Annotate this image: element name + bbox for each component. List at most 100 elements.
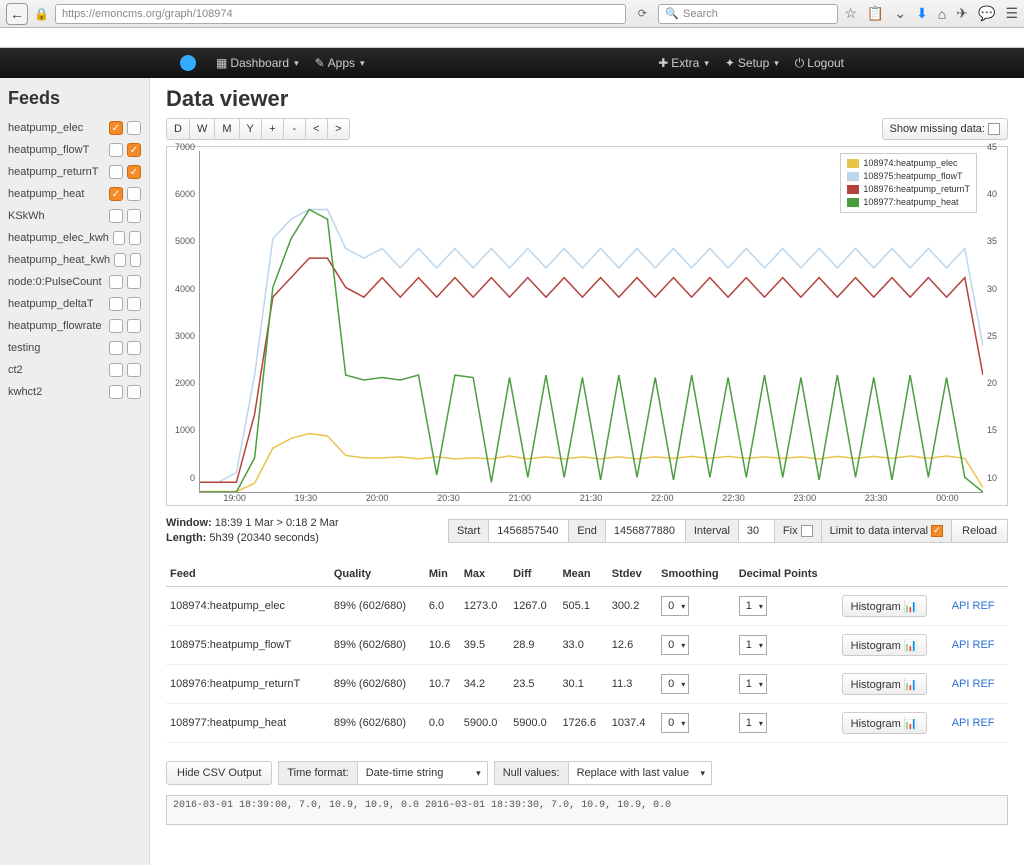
smoothing-select[interactable]: 0	[661, 635, 689, 655]
pocket-icon[interactable]: ⌄	[894, 5, 906, 22]
nav-extra[interactable]: ✚Extra	[658, 56, 709, 70]
api-ref-link[interactable]: API REF	[952, 717, 995, 729]
nav-apps[interactable]: ✎Apps	[315, 56, 365, 70]
feed-left-checkbox[interactable]	[109, 385, 123, 399]
feeds-sidebar: Feeds heatpump_elec heatpump_flowT heatp…	[0, 78, 150, 865]
browser-search[interactable]: 🔍 Search	[658, 4, 838, 24]
feed-row[interactable]: node:0:PulseCount	[8, 271, 141, 293]
feed-row[interactable]: KSkWh	[8, 205, 141, 227]
reload-button[interactable]: Reload	[952, 519, 1008, 543]
col-header: Mean	[558, 562, 607, 587]
feed-row[interactable]: testing	[8, 337, 141, 359]
nav-logout[interactable]: ⏻Logout	[795, 56, 844, 71]
smoothing-select[interactable]: 0	[661, 674, 689, 694]
smoothing-select[interactable]: 0	[661, 596, 689, 616]
nav-dashboard[interactable]: ▦Dashboard	[216, 56, 299, 70]
feed-row[interactable]: heatpump_heat	[8, 183, 141, 205]
api-ref-link[interactable]: API REF	[952, 678, 995, 690]
library-icon[interactable]: 📋	[867, 5, 884, 22]
start-input[interactable]: 1456857540	[489, 519, 569, 543]
range-M-button[interactable]: M	[215, 118, 239, 140]
feed-right-checkbox[interactable]	[127, 209, 141, 223]
range-<-button[interactable]: <	[306, 118, 328, 140]
feed-row[interactable]: heatpump_heat_kwh	[8, 249, 141, 271]
url-bar[interactable]: https://emoncms.org/graph/108974	[55, 4, 626, 24]
feed-left-checkbox[interactable]	[109, 363, 123, 377]
browser-toolbar-icons: ☆ 📋 ⌄ ⬇ ⌂ ✈ 💬 ☰	[844, 5, 1018, 22]
feed-row[interactable]: heatpump_elec_kwh	[8, 227, 141, 249]
brand-logo[interactable]	[180, 55, 196, 71]
api-ref-link[interactable]: API REF	[952, 639, 995, 651]
interval-label: Interval	[686, 519, 739, 543]
feed-right-checkbox[interactable]	[127, 297, 141, 311]
smoothing-select[interactable]: 0	[661, 713, 689, 733]
feed-row[interactable]: heatpump_flowrate	[8, 315, 141, 337]
reload-icon[interactable]: ⟳	[632, 7, 652, 20]
feed-left-checkbox[interactable]	[109, 143, 123, 157]
feed-left-checkbox[interactable]	[109, 341, 123, 355]
feed-row[interactable]: heatpump_returnT	[8, 161, 141, 183]
home-icon[interactable]: ⌂	[938, 6, 946, 22]
feed-right-checkbox[interactable]	[127, 143, 141, 157]
dp-select[interactable]: 1	[739, 635, 767, 655]
feed-row[interactable]: heatpump_deltaT	[8, 293, 141, 315]
feed-left-checkbox[interactable]	[109, 297, 123, 311]
histogram-button[interactable]: Histogram 📊	[842, 634, 927, 656]
dp-select[interactable]: 1	[739, 713, 767, 733]
feed-right-checkbox[interactable]	[127, 319, 141, 333]
feed-left-checkbox[interactable]	[109, 209, 123, 223]
feed-row[interactable]: kwhct2	[8, 381, 141, 403]
download-icon[interactable]: ⬇	[916, 5, 928, 22]
star-icon[interactable]: ☆	[844, 5, 857, 22]
chat-icon[interactable]: 💬	[978, 5, 995, 22]
feed-right-checkbox[interactable]	[127, 187, 141, 201]
end-input[interactable]: 1456877880	[606, 519, 686, 543]
range-D-button[interactable]: D	[166, 118, 190, 140]
time-format-select[interactable]: Date-time string	[358, 761, 488, 785]
histogram-button[interactable]: Histogram 📊	[842, 712, 927, 734]
range-W-button[interactable]: W	[190, 118, 215, 140]
dp-select[interactable]: 1	[739, 596, 767, 616]
api-ref-link[interactable]: API REF	[952, 600, 995, 612]
feed-left-checkbox[interactable]	[109, 319, 123, 333]
nav-setup[interactable]: ✦Setup	[725, 56, 779, 70]
show-missing-checkbox[interactable]	[988, 123, 1000, 135]
limit-checkbox[interactable]	[931, 525, 943, 537]
menu-icon[interactable]: ☰	[1005, 5, 1018, 22]
feed-right-checkbox[interactable]	[127, 341, 141, 355]
range---button[interactable]: -	[284, 118, 306, 140]
feed-name: kwhct2	[8, 386, 105, 398]
send-icon[interactable]: ✈	[956, 5, 968, 22]
feed-right-checkbox[interactable]	[127, 121, 141, 135]
feed-right-checkbox[interactable]	[127, 165, 141, 179]
feed-left-checkbox[interactable]	[109, 187, 123, 201]
feed-left-checkbox[interactable]	[109, 121, 123, 135]
feed-right-checkbox[interactable]	[127, 363, 141, 377]
histogram-button[interactable]: Histogram 📊	[842, 595, 927, 617]
dp-select[interactable]: 1	[739, 674, 767, 694]
feed-left-checkbox[interactable]	[114, 253, 125, 267]
histogram-button[interactable]: Histogram 📊	[842, 673, 927, 695]
feed-left-checkbox[interactable]	[109, 275, 123, 289]
feed-left-checkbox[interactable]	[113, 231, 125, 245]
chart[interactable]: 01000200030004000500060007000 1015202530…	[166, 146, 1008, 506]
interval-input[interactable]: 30	[739, 519, 775, 543]
range-+-button[interactable]: +	[262, 118, 284, 140]
feed-right-checkbox[interactable]	[130, 253, 141, 267]
feed-row[interactable]: ct2	[8, 359, 141, 381]
hide-csv-button[interactable]: Hide CSV Output	[166, 761, 272, 785]
feed-right-checkbox[interactable]	[129, 231, 141, 245]
feed-row[interactable]: heatpump_elec	[8, 117, 141, 139]
feed-right-checkbox[interactable]	[127, 385, 141, 399]
range->-button[interactable]: >	[328, 118, 350, 140]
feed-row[interactable]: heatpump_flowT	[8, 139, 141, 161]
feed-right-checkbox[interactable]	[127, 275, 141, 289]
null-values-select[interactable]: Replace with last value	[569, 761, 713, 785]
feed-name: heatpump_heat	[8, 188, 105, 200]
csv-output[interactable]: 2016-03-01 18:39:00, 7.0, 10.9, 10.9, 0.…	[166, 795, 1008, 825]
feed-left-checkbox[interactable]	[109, 165, 123, 179]
fix-checkbox[interactable]	[801, 525, 813, 537]
show-missing-toggle[interactable]: Show missing data:	[882, 118, 1008, 140]
back-button[interactable]: ←	[6, 3, 28, 25]
range-Y-button[interactable]: Y	[240, 118, 262, 140]
